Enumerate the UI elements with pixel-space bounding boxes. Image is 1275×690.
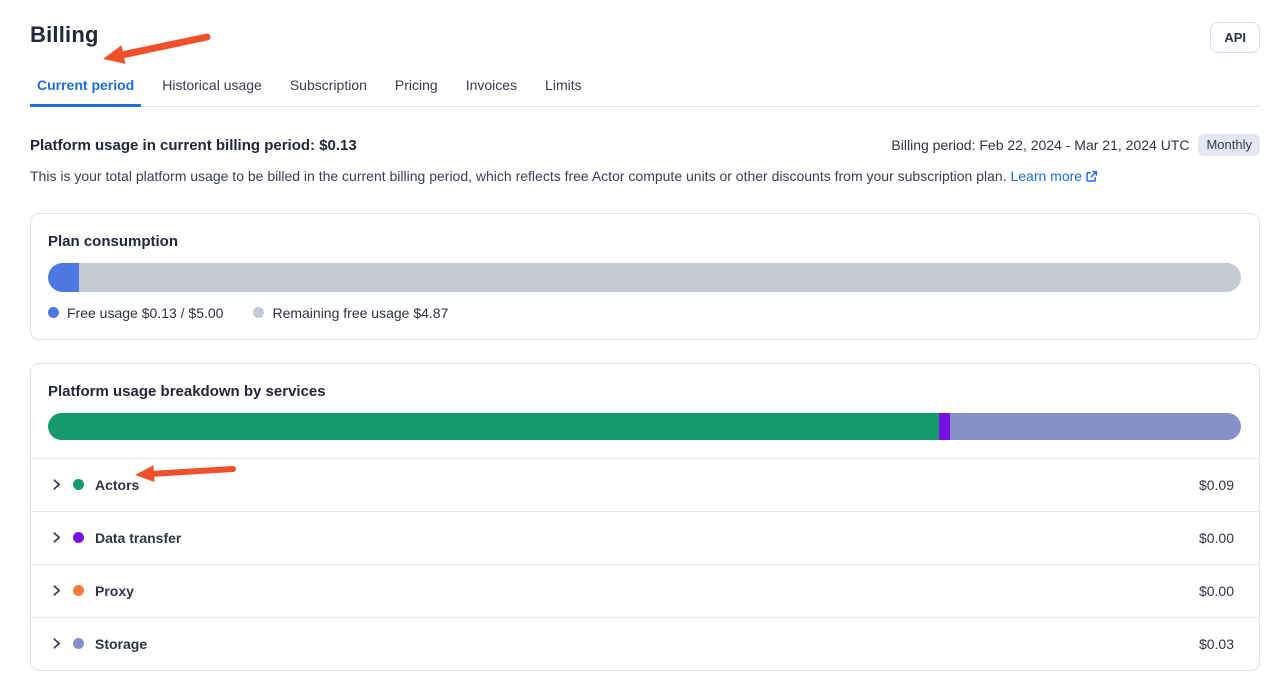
data-transfer-bar-segment <box>939 413 950 440</box>
billing-tabs: Current period Historical usage Subscrip… <box>30 69 1260 107</box>
data-transfer-dot-icon <box>73 532 84 543</box>
chevron-right-icon <box>50 637 63 650</box>
external-link-icon <box>1085 170 1098 183</box>
remaining-usage-dot-icon <box>253 307 264 318</box>
legend-free-usage-label: Free usage $0.13 / $5.00 <box>67 305 223 321</box>
legend-item-free-usage: Free usage $0.13 / $5.00 <box>48 305 223 321</box>
usage-breakdown-card: Platform usage breakdown by services Act… <box>30 363 1260 671</box>
tab-current-period[interactable]: Current period <box>30 69 141 107</box>
usage-row-label: Proxy <box>95 583 134 599</box>
storage-bar-segment <box>950 413 1241 440</box>
chevron-right-icon <box>50 531 63 544</box>
billing-cycle-badge: Monthly <box>1198 134 1260 156</box>
usage-row-storage[interactable]: Storage $0.03 <box>31 617 1259 670</box>
chevron-right-icon <box>50 584 63 597</box>
usage-description-text: This is your total platform usage to be … <box>30 168 1007 184</box>
usage-row-amount: $0.03 <box>1199 636 1234 652</box>
free-usage-segment <box>48 263 79 292</box>
plan-consumption-card: Plan consumption Free usage $0.13 / $5.0… <box>30 213 1260 340</box>
learn-more-link[interactable]: Learn more <box>1010 168 1098 184</box>
usage-row-amount: $0.00 <box>1199 530 1234 546</box>
usage-row-label: Storage <box>95 636 147 652</box>
usage-breakdown-title: Platform usage breakdown by services <box>48 383 1241 400</box>
usage-row-proxy[interactable]: Proxy $0.00 <box>31 564 1259 617</box>
billing-page: Billing API Current period Historical us… <box>0 0 1275 671</box>
usage-breakdown-bar <box>48 413 1241 440</box>
usage-description: This is your total platform usage to be … <box>30 167 1260 187</box>
plan-consumption-title: Plan consumption <box>48 233 1241 250</box>
plan-consumption-bar <box>48 263 1241 292</box>
usage-row-label: Data transfer <box>95 530 181 546</box>
legend-remaining-usage-label: Remaining free usage $4.87 <box>272 305 448 321</box>
actors-dot-icon <box>73 479 84 490</box>
billing-period-label: Billing period: Feb 22, 2024 - Mar 21, 2… <box>891 137 1189 153</box>
plan-consumption-content: Plan consumption Free usage $0.13 / $5.0… <box>31 214 1259 321</box>
usage-breakdown-content: Platform usage breakdown by services <box>31 364 1259 440</box>
billing-period-wrap: Billing period: Feb 22, 2024 - Mar 21, 2… <box>891 134 1260 156</box>
tab-limits[interactable]: Limits <box>538 69 589 107</box>
tab-invoices[interactable]: Invoices <box>459 69 524 107</box>
usage-row-amount: $0.09 <box>1199 477 1234 493</box>
usage-summary-heading: Platform usage in current billing period… <box>30 137 357 154</box>
chevron-right-icon <box>50 478 63 491</box>
usage-summary-row: Platform usage in current billing period… <box>30 134 1260 156</box>
free-usage-dot-icon <box>48 307 59 318</box>
page-header: Billing API <box>30 0 1260 53</box>
storage-dot-icon <box>73 638 84 649</box>
learn-more-label: Learn more <box>1010 168 1082 184</box>
usage-row-data-transfer[interactable]: Data transfer $0.00 <box>31 511 1259 564</box>
actors-bar-segment <box>48 413 939 440</box>
proxy-dot-icon <box>73 585 84 596</box>
page-title: Billing <box>30 22 99 48</box>
api-button[interactable]: API <box>1210 22 1260 53</box>
tab-pricing[interactable]: Pricing <box>388 69 445 107</box>
legend-item-remaining-usage: Remaining free usage $4.87 <box>253 305 448 321</box>
plan-consumption-legend: Free usage $0.13 / $5.00 Remaining free … <box>48 305 1241 321</box>
tab-subscription[interactable]: Subscription <box>283 69 374 107</box>
tab-historical-usage[interactable]: Historical usage <box>155 69 269 107</box>
usage-rows: Actors $0.09 Data transfer $0.00 Proxy $… <box>31 458 1259 670</box>
usage-row-actors[interactable]: Actors $0.09 <box>31 458 1259 511</box>
usage-row-amount: $0.00 <box>1199 583 1234 599</box>
usage-row-label: Actors <box>95 477 139 493</box>
